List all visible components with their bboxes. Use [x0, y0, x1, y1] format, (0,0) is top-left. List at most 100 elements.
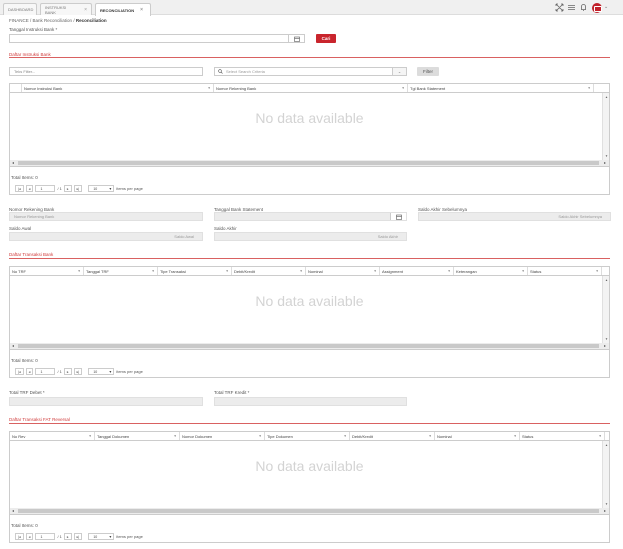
nomor-rekening-field: Nomor Rekening Bank: [9, 212, 203, 221]
column-header[interactable]: Nominal ▾: [435, 432, 520, 440]
menu-icon[interactable]: [567, 3, 576, 12]
next-page-icon[interactable]: ▸: [63, 185, 72, 192]
tab-label: RECONCILIATION: [100, 7, 135, 13]
column-header[interactable]: Keterangan ▾: [454, 267, 528, 275]
horizontal-scrollbar[interactable]: ◂ ▸: [10, 343, 609, 349]
scroll-up-icon[interactable]: ▴: [603, 95, 610, 99]
page-count: / 1: [57, 369, 62, 374]
pagination: |◂ ◂ 1 / 1 ▸ ▸| 10 items per page: [15, 533, 143, 540]
search-criteria-select[interactable]: Select Search Criteria ⌄: [214, 67, 407, 76]
chevron-down-icon[interactable]: ▾: [402, 86, 404, 90]
column-header[interactable]: Tanggal TRF ▾: [84, 267, 158, 275]
calendar-icon[interactable]: [288, 35, 304, 42]
column-header[interactable]: Nomor Instruksi Bank ▾: [22, 84, 214, 92]
filter-placeholder: Teks Filter...: [14, 69, 36, 74]
next-page-icon[interactable]: ▸: [63, 368, 72, 375]
first-page-icon[interactable]: |◂: [15, 185, 24, 192]
vertical-scrollbar[interactable]: ▴ ▾: [602, 441, 609, 508]
total-items: Total Items: 0: [11, 358, 38, 363]
user-avatar[interactable]: [592, 3, 602, 13]
last-page-icon[interactable]: ▸|: [73, 185, 83, 192]
filter-button[interactable]: Filter: [417, 67, 439, 76]
total-items: Total Items: 0: [11, 523, 38, 528]
section-title-transaksi: Daftar Transaksi Bank: [9, 252, 54, 257]
cari-button[interactable]: Cari: [316, 34, 336, 43]
page-count: / 1: [57, 534, 62, 539]
page-input[interactable]: 1: [35, 533, 56, 540]
column-header[interactable]: Status ▾: [528, 267, 602, 275]
column-header[interactable]: Debit/Kredit ▾: [232, 267, 306, 275]
tab-dashboard[interactable]: DASHBOARD: [3, 3, 37, 15]
column-header[interactable]: No TRF ▾: [10, 267, 84, 275]
tab-instruksi-bank[interactable]: INSTRUKSI BANK ×: [40, 3, 92, 15]
column-header[interactable]: No Rev ▾: [10, 432, 95, 440]
chevron-down-icon[interactable]: ⌄: [604, 4, 608, 10]
chevron-down-icon[interactable]: ▾: [588, 86, 590, 90]
horizontal-scrollbar[interactable]: ◂ ▸: [10, 508, 609, 514]
grid-header: No TRF ▾ Tanggal TRF ▾ Tipe Transaksi ▾ Deb…: [10, 267, 609, 276]
next-page-icon[interactable]: ▸: [63, 533, 72, 540]
section-divider: [9, 57, 610, 58]
column-header[interactable]: Tipe Dokumen ▾: [265, 432, 350, 440]
scroll-left-icon[interactable]: ◂: [12, 160, 14, 166]
page-size-select[interactable]: 10: [88, 185, 115, 192]
column-header[interactable]: Tanggal Dokumen ▾: [95, 432, 180, 440]
section-divider: [9, 258, 610, 259]
saldo-awal-label: Saldo Awal: [9, 226, 32, 231]
first-page-icon[interactable]: |◂: [15, 533, 24, 540]
tanggal-instruksi-input[interactable]: [9, 34, 305, 43]
page-input[interactable]: 1: [35, 368, 56, 375]
column-header[interactable]: Nomor Rekening Bank ▾: [214, 84, 408, 92]
transaksi-grid: No TRF ▾ Tanggal TRF ▾ Tipe Transaksi ▾ Deb…: [9, 266, 610, 350]
horizontal-scrollbar[interactable]: ◂ ▸: [10, 160, 609, 166]
last-page-icon[interactable]: ▸|: [73, 368, 83, 375]
scroll-down-icon[interactable]: ▾: [603, 154, 610, 158]
chevron-down-icon[interactable]: ▾: [208, 86, 210, 90]
filter-text-input[interactable]: Teks Filter...: [9, 67, 203, 76]
page-size-label: items per page: [116, 186, 143, 191]
expand-icon[interactable]: [555, 3, 564, 12]
scroll-thumb[interactable]: [18, 161, 599, 165]
tanggal-instruksi-label: Tanggal Instruksi Bank *: [9, 27, 58, 32]
prev-page-icon[interactable]: ◂: [25, 368, 34, 375]
saldo-akhir-sebelum-field: Saldo Akhir Sebelumnya: [418, 212, 611, 221]
breadcrumb-root[interactable]: FINANCE: [9, 18, 29, 23]
page-size-select[interactable]: 10: [88, 533, 115, 540]
column-header[interactable]: Nominal ▾: [306, 267, 380, 275]
vertical-scrollbar[interactable]: ▴ ▾: [602, 276, 609, 343]
calendar-icon[interactable]: [390, 213, 406, 220]
column-header[interactable]: Status ▾: [520, 432, 605, 440]
prev-page-icon[interactable]: ◂: [25, 533, 34, 540]
page-size-label: items per page: [116, 369, 143, 374]
tab-reconciliation[interactable]: RECONCILIATION ×: [95, 3, 151, 16]
vertical-scrollbar[interactable]: ▴ ▾: [602, 93, 609, 160]
last-page-icon[interactable]: ▸|: [73, 533, 83, 540]
breadcrumb: FINANCE / Bank Reconciliation / Reconcil…: [9, 18, 107, 23]
saldo-akhir-label: Saldo Akhir: [214, 226, 237, 231]
page-input[interactable]: 1: [35, 185, 56, 192]
total-items: Total Items: 0: [11, 175, 38, 180]
search-icon: [218, 68, 223, 75]
column-header[interactable]: Tipe Transaksi ▾: [158, 267, 232, 275]
pagination: |◂ ◂ 1 / 1 ▸ ▸| 10 items per page: [15, 368, 143, 375]
breadcrumb-parent[interactable]: Bank Reconciliation: [33, 18, 73, 23]
bell-icon[interactable]: [579, 3, 588, 12]
page-size-select[interactable]: 10: [88, 368, 115, 375]
tab-label: INSTRUKSI BANK: [45, 4, 67, 15]
section-divider: [9, 423, 610, 424]
column-header[interactable]: Debit/Kredit ▾: [350, 432, 435, 440]
grid-footer: Total Items: 0 |◂ ◂ 1 / 1 ▸ ▸| 10 items …: [9, 515, 610, 543]
total-kredit-label: Total TRF Kredit *: [214, 390, 250, 395]
first-page-icon[interactable]: |◂: [15, 368, 24, 375]
prev-page-icon[interactable]: ◂: [25, 185, 34, 192]
close-icon[interactable]: ×: [140, 7, 143, 13]
total-kredit-field: [214, 397, 407, 406]
page-size-label: items per page: [116, 534, 143, 539]
scroll-right-icon[interactable]: ▸: [604, 160, 606, 166]
instruksi-grid: Nomor Instruksi Bank ▾ Nomor Rekening Ban…: [9, 83, 610, 167]
column-header[interactable]: Tgl Bank Statement ▾: [408, 84, 594, 92]
chevron-down-icon[interactable]: ⌄: [392, 68, 406, 75]
column-header[interactable]: Nomor Dokumen ▾: [180, 432, 265, 440]
column-header[interactable]: Assignment ▾: [380, 267, 454, 275]
close-icon[interactable]: ×: [84, 7, 87, 13]
